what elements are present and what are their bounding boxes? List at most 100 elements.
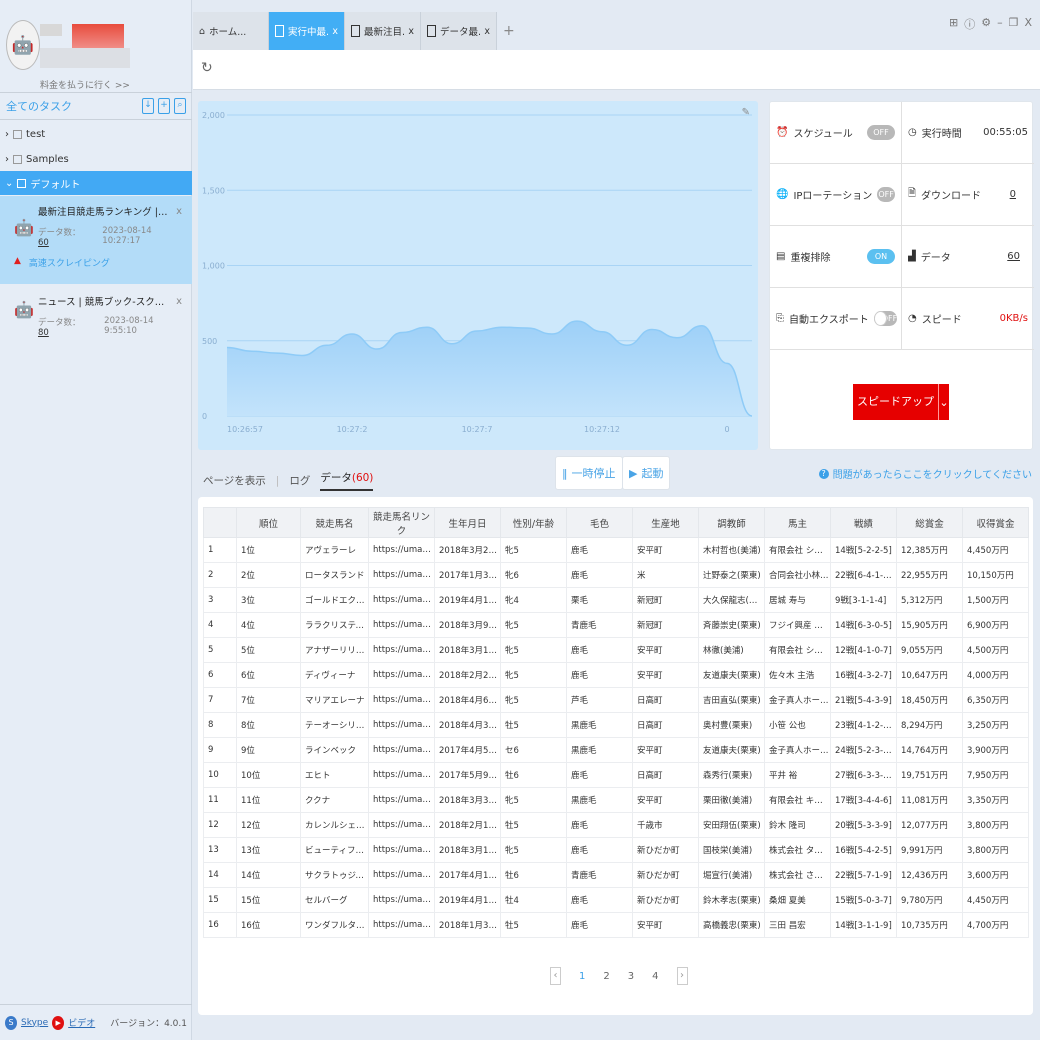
- chevron-down-icon[interactable]: ⌄: [939, 396, 949, 409]
- table-cell: 青鹿毛: [566, 612, 633, 638]
- page-1[interactable]: 1: [579, 971, 585, 982]
- close-task-icon[interactable]: x: [176, 296, 182, 307]
- table-row[interactable]: 1010位エヒトhttps://umanity.jp/ra...2017年5月9…: [203, 762, 1029, 788]
- table-row[interactable]: 1515位セルバーグhttps://umanity.jp/ra...2019年4…: [203, 887, 1029, 913]
- close-task-icon[interactable]: x: [176, 206, 182, 217]
- refresh-icon[interactable]: ↻: [201, 60, 213, 76]
- column-header[interactable]: 競走馬名リンク: [368, 507, 435, 538]
- table-row[interactable]: 33位ゴールドエクリプスhttps://umanity.jp/ra...2019…: [203, 587, 1029, 613]
- help-icon[interactable]: ⓘ: [964, 16, 975, 32]
- column-header[interactable]: 馬主: [764, 507, 831, 538]
- pay-link[interactable]: 料金を払うに行く >>: [40, 78, 130, 91]
- table-row[interactable]: 99位ラインベックhttps://umanity.jp/ra...2017年4月…: [203, 737, 1029, 763]
- table-cell: 鹿毛: [566, 837, 633, 863]
- column-header[interactable]: 調教師: [698, 507, 765, 538]
- ip-rotation-toggle[interactable]: OFF: [877, 187, 895, 202]
- minimize-icon[interactable]: –: [997, 16, 1003, 32]
- table-row[interactable]: 1111位ククナhttps://umanity.jp/ra...2018年3月3…: [203, 787, 1029, 813]
- table-cell: 7,950万円: [962, 762, 1029, 788]
- address-bar[interactable]: ↻: [193, 50, 1040, 90]
- data-count[interactable]: 60: [38, 238, 49, 248]
- gear-icon[interactable]: ⚙: [981, 16, 991, 32]
- column-header[interactable]: 毛色: [566, 507, 633, 538]
- close-icon[interactable]: X: [1024, 16, 1032, 32]
- table-row[interactable]: 77位マリアエレーナhttps://umanity.jp/ra...2018年4…: [203, 687, 1029, 713]
- folder-default[interactable]: ⌄ デフォルト: [0, 171, 192, 195]
- speed-up-button[interactable]: スピードアップ ⌄: [853, 384, 949, 420]
- edit-icon[interactable]: ✎: [742, 107, 750, 118]
- home-icon: ⌂: [199, 25, 206, 37]
- column-header[interactable]: 収得賞金: [962, 507, 1029, 538]
- column-header[interactable]: 順位: [236, 507, 301, 538]
- page-2[interactable]: 2: [603, 971, 609, 982]
- close-tab-icon[interactable]: x: [332, 26, 338, 37]
- next-page-button[interactable]: ›: [676, 967, 688, 985]
- dedupe-toggle[interactable]: ON: [867, 249, 895, 264]
- data-count[interactable]: 80: [38, 328, 49, 338]
- table-row[interactable]: 44位ララクリスティーヌhttps://umanity.jp/ra...2018…: [203, 612, 1029, 638]
- tab-home[interactable]: ⌂ ホーム...: [193, 12, 269, 50]
- table-row[interactable]: 22位ロータスランドhttps://umanity.jp/ra...2017年1…: [203, 562, 1029, 588]
- table-cell: エヒト: [300, 762, 369, 788]
- folder-samples[interactable]: › Samples: [0, 147, 192, 171]
- page-3[interactable]: 3: [628, 971, 634, 982]
- new-task-icon[interactable]: +: [158, 98, 170, 114]
- table-cell: 牡6: [500, 862, 567, 888]
- table-cell: フジイ興産 株式会社: [764, 612, 831, 638]
- video-link[interactable]: ビデオ: [68, 1016, 95, 1029]
- speed-row: ◔ スピード 0KB/s: [902, 288, 1034, 350]
- speed-up-label[interactable]: スピードアップ: [853, 384, 939, 420]
- tab-running[interactable]: 実行中最...x: [269, 12, 345, 50]
- table-row[interactable]: 11位アヴェラーレhttps://umanity.jp/ra...2018年3月…: [203, 537, 1029, 563]
- dedupe-label: 重複排除: [790, 253, 831, 264]
- close-tab-icon[interactable]: x: [408, 26, 414, 37]
- tab-page[interactable]: ページを表示: [203, 473, 266, 488]
- maximize-icon[interactable]: ❐: [1009, 16, 1019, 32]
- table-row[interactable]: 88位テーオーシリウスhttps://umanity.jp/ra...2018年…: [203, 712, 1029, 738]
- table-row[interactable]: 1616位ワンダフルタウンhttps://umanity.jp/ra...201…: [203, 912, 1029, 938]
- table-cell: 居城 寿与: [764, 587, 831, 613]
- table-cell: 14: [203, 862, 237, 888]
- skype-icon[interactable]: S: [5, 1015, 17, 1030]
- download-value[interactable]: 0: [1010, 189, 1016, 200]
- skype-link[interactable]: Skype: [21, 1018, 48, 1028]
- gift-icon[interactable]: ⊞: [949, 16, 958, 32]
- table-row[interactable]: 66位ディヴィーナhttps://umanity.jp/ra...2018年2月…: [203, 662, 1029, 688]
- column-header[interactable]: 生年月日: [434, 507, 501, 538]
- column-header[interactable]: 生産地: [632, 507, 699, 538]
- tab-data-view[interactable]: データ(60): [320, 470, 374, 491]
- page-4[interactable]: 4: [652, 971, 658, 982]
- task-item[interactable]: 🤖 ニュース | 競馬ブック-スクレイピング中 データ数：80 2023-08-1…: [0, 286, 192, 338]
- schedule-toggle[interactable]: OFF: [867, 125, 895, 140]
- new-tab-button[interactable]: +: [497, 12, 515, 50]
- table-cell: 7位: [236, 687, 301, 713]
- search-task-icon[interactable]: ⌕: [174, 98, 186, 114]
- start-button[interactable]: ▶ 起動: [622, 456, 671, 490]
- column-header[interactable]: 戦績: [830, 507, 897, 538]
- video-icon[interactable]: ▶: [52, 1015, 65, 1030]
- tab-log[interactable]: ログ: [289, 473, 310, 488]
- auto-export-toggle[interactable]: OFF: [873, 311, 898, 326]
- table-row[interactable]: 1313位ビューティフルデイhttps://umanity.jp/ra...20…: [203, 837, 1029, 863]
- table-row[interactable]: 1414位サクラトゥジュールhttps://umanity.jp/ra...20…: [203, 862, 1029, 888]
- table-row[interactable]: 55位アナザーリリックhttps://umanity.jp/ra...2018年…: [203, 637, 1029, 663]
- column-header[interactable]: [203, 507, 237, 538]
- import-icon[interactable]: ↓: [142, 98, 154, 114]
- data-value[interactable]: 60: [1007, 251, 1020, 262]
- column-header[interactable]: 競走馬名: [300, 507, 369, 538]
- help-link[interactable]: ? 問題があったらここをクリックしてください: [818, 466, 1032, 481]
- tab-latest[interactable]: 最新注目...x: [345, 12, 421, 50]
- table-row[interactable]: 1212位カレンルシェルブルhttps://umanity.jp/ra...20…: [203, 812, 1029, 838]
- table-cell: 6,350万円: [962, 687, 1029, 713]
- close-tab-icon[interactable]: x: [484, 26, 490, 37]
- task-item[interactable]: 🤖 最新注目競走馬ランキング | 競馬予想のウ... データ数：60 2023-0…: [0, 196, 192, 284]
- pause-button[interactable]: ‖ 一時停止: [555, 456, 623, 490]
- prev-page-button[interactable]: ‹: [550, 967, 561, 985]
- column-header[interactable]: 総賞金: [896, 507, 963, 538]
- avatar[interactable]: 🤖: [6, 20, 40, 70]
- column-header[interactable]: 性別/年齢: [500, 507, 567, 538]
- tab-data[interactable]: データ最...x: [421, 12, 497, 50]
- all-tasks-label[interactable]: 全てのタスク: [6, 98, 72, 114]
- folder-test[interactable]: › test: [0, 122, 192, 146]
- table-cell: 千歳市: [632, 812, 699, 838]
